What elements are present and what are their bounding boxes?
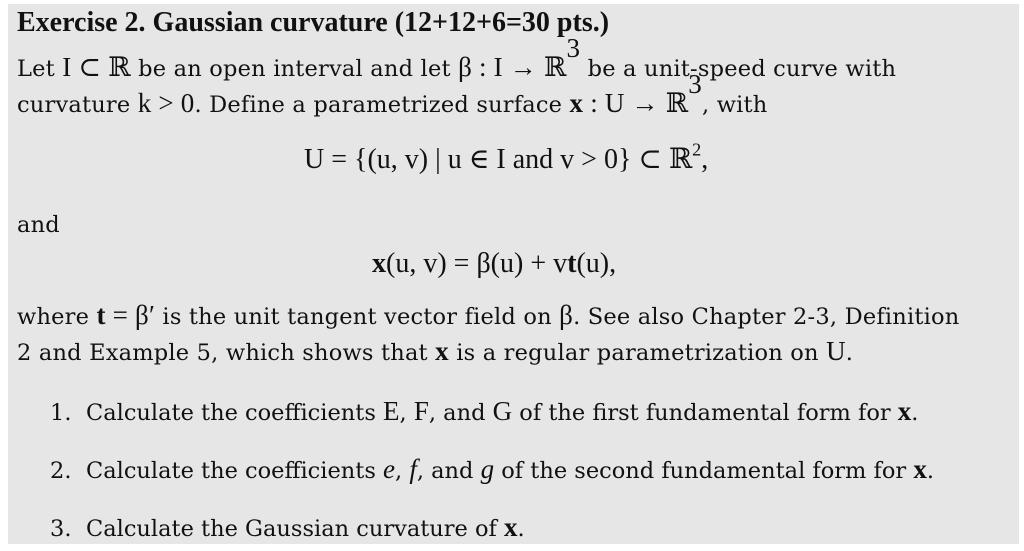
text: , and xyxy=(416,458,481,484)
math-U: U xyxy=(826,336,846,366)
list-item-1: 1. Calculate the coefficients E, F, and G… xyxy=(50,396,918,427)
text: . xyxy=(845,340,854,366)
text: . xyxy=(926,458,934,484)
formula: (u), xyxy=(576,248,617,279)
text: , with xyxy=(702,91,768,118)
math-f: f xyxy=(409,454,417,484)
text: Let xyxy=(17,55,63,82)
exercise-panel: Exercise 2. Gaussian curvature (12+12+6=… xyxy=(8,4,1019,544)
formula: U = {(u, v) | u ∈ I and v > 0} ⊂ ℝ xyxy=(304,144,693,175)
math-x-bold: x xyxy=(913,454,927,484)
text: . See also Chapter 2-3, Definition xyxy=(573,304,960,330)
superscript: 3 xyxy=(566,33,581,63)
math-e: e xyxy=(383,454,396,484)
text: Calculate the coefficients xyxy=(86,400,384,426)
math-beta: β xyxy=(559,300,574,330)
where-line-1: where t = β′ is the unit tangent vector … xyxy=(17,300,959,331)
math-t-bold: t xyxy=(96,300,106,330)
text: . Define a parametrized surface xyxy=(194,91,570,118)
display-equation-U: U = {(u, v) | u ∈ I and v > 0} ⊂ ℝ2, xyxy=(304,139,709,176)
exercise-title: Exercise 2. Gaussian curvature (12+12+6=… xyxy=(17,7,610,38)
text: of the first fundamental form for xyxy=(512,400,898,426)
superscript: 2 xyxy=(692,139,702,160)
formula: (u, v) = β(u) + v xyxy=(386,248,568,279)
and-label: and xyxy=(17,212,60,238)
text: is a regular parametrization on xyxy=(448,340,827,366)
text: Calculate the coefficients xyxy=(86,458,384,484)
math-interval: I ⊂ ℝ xyxy=(62,51,131,82)
math-curve: β : I → ℝ xyxy=(458,51,567,82)
text: Calculate the Gaussian curvature of xyxy=(86,516,505,542)
math-x-bold: x xyxy=(504,512,518,542)
item-number: 3. xyxy=(50,516,72,542)
intro-line-1: Let I ⊂ ℝ be an open interval and let β … xyxy=(17,35,897,83)
intro-line-2: curvature k > 0. Define a parametrized s… xyxy=(17,71,768,119)
math-x-bold: x xyxy=(569,87,584,118)
text: of the second fundamental form for xyxy=(494,458,914,484)
math-x-bold: x xyxy=(372,248,386,279)
display-equation-x: x(u, v) = β(u) + vt(u), xyxy=(372,248,616,280)
text: is the unit tangent vector field on xyxy=(155,304,560,330)
math-G: G xyxy=(492,396,513,426)
list-item-2: 2. Calculate the coefficients e, f, and g… xyxy=(50,454,934,485)
text: 2 and Example 5, which shows that xyxy=(17,340,436,366)
math-beta-prime: = β′ xyxy=(105,300,156,330)
math-map: : U → ℝ xyxy=(583,87,689,118)
math-curvature: k > 0 xyxy=(137,87,195,118)
text: where xyxy=(17,304,97,330)
item-number: 1. xyxy=(50,400,72,426)
math-E: E xyxy=(383,396,400,426)
superscript: 3 xyxy=(688,69,702,99)
text: be an open interval and let xyxy=(130,55,459,82)
text: , xyxy=(395,458,410,484)
text: curvature xyxy=(17,91,138,118)
list-item-3: 3. Calculate the Gaussian curvature of x. xyxy=(50,512,525,543)
math-g: g xyxy=(480,454,495,484)
text: . xyxy=(517,516,525,542)
text: , xyxy=(701,144,709,175)
item-number: 2. xyxy=(50,458,72,484)
where-line-2: 2 and Example 5, which shows that x is a… xyxy=(17,336,853,367)
math-x-bold: x xyxy=(435,336,449,366)
math-x-bold: x xyxy=(897,396,912,426)
text: be a unit-speed curve with xyxy=(580,55,897,82)
text: . xyxy=(911,400,919,426)
text: , xyxy=(399,400,414,426)
text: , and xyxy=(428,400,493,426)
math-F: F xyxy=(413,396,429,426)
